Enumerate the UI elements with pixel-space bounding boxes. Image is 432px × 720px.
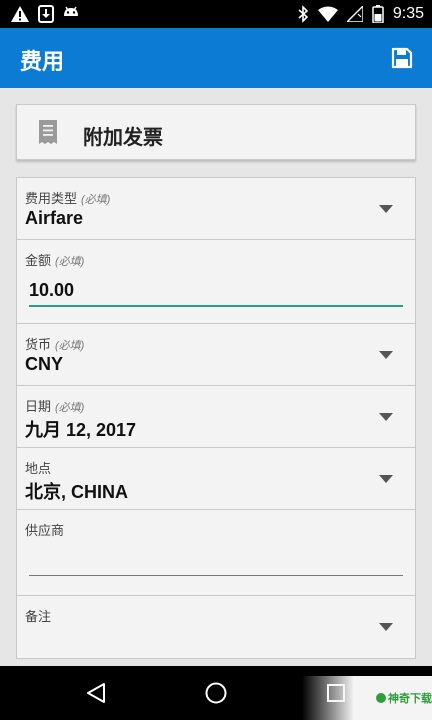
vendor-row: 供应商	[17, 510, 415, 596]
required-marker: (必填)	[81, 194, 111, 206]
attach-receipt-label: 附加发票	[83, 127, 163, 149]
wifi-icon	[317, 6, 338, 22]
save-icon	[391, 47, 413, 69]
required-marker: (必填)	[55, 402, 85, 414]
expense-type-dropdown[interactable]: 费用类型 (必填) Airfare	[17, 178, 415, 240]
location-label: 地点	[25, 461, 52, 476]
attach-receipt-button[interactable]: 附加发票	[16, 104, 416, 160]
home-button[interactable]	[204, 681, 228, 705]
receipt-icon	[39, 120, 57, 144]
back-button[interactable]	[84, 681, 108, 705]
expense-form: 费用类型(必填) Airfare 金额(必填) 货币(必填) CNY 日期(必填…	[16, 177, 416, 659]
watermark-logo-icon	[376, 693, 386, 703]
currency-dropdown[interactable]: 货币 (必填) CNY	[17, 324, 415, 386]
location-value: 北京, CHINA	[25, 482, 128, 502]
signal-icon	[346, 6, 363, 22]
status-bar-system: 9:35	[297, 4, 424, 24]
warning-icon	[11, 6, 29, 22]
chevron-down-icon	[379, 351, 393, 359]
location-dropdown[interactable]: 地点 北京, CHINA	[17, 448, 415, 510]
watermark: 神奇下载	[302, 676, 432, 720]
currency-value: CNY	[25, 354, 64, 374]
notes-dropdown[interactable]: 备注	[17, 596, 415, 658]
app-bar: 费用	[0, 28, 432, 88]
save-button[interactable]	[390, 46, 414, 70]
chevron-down-icon	[379, 475, 393, 483]
required-marker: (必填)	[55, 256, 85, 268]
download-icon	[38, 5, 54, 23]
page-title: 费用	[20, 49, 65, 74]
vendor-label: 供应商	[25, 523, 65, 538]
bluetooth-icon	[298, 5, 309, 23]
status-bar-notifications	[10, 4, 80, 24]
date-value: 九月 12, 2017	[25, 420, 137, 440]
currency-label: 货币 (必填)	[25, 337, 85, 352]
status-bar: 9:35	[0, 0, 432, 28]
chevron-down-icon	[379, 623, 393, 631]
vendor-input[interactable]	[29, 550, 403, 576]
battery-icon	[372, 5, 384, 23]
notes-label: 备注	[25, 609, 52, 624]
status-bar-time: 9:35	[392, 5, 424, 22]
watermark-text: 神奇下载	[388, 693, 432, 705]
chevron-down-icon	[379, 413, 393, 421]
back-icon	[87, 683, 105, 703]
expense-type-label: 费用类型 (必填)	[25, 191, 111, 206]
amount-input[interactable]	[29, 280, 403, 307]
date-dropdown[interactable]: 日期 (必填) 九月 12, 2017	[17, 386, 415, 448]
home-icon	[205, 682, 227, 704]
amount-label: 金额 (必填)	[25, 253, 85, 268]
expense-type-value: Airfare	[25, 208, 84, 228]
android-icon	[64, 6, 78, 16]
expense-form-screen: 附加发票 费用类型(必填) Airfare 金额(必填) 货币(必填) CNY …	[0, 88, 432, 666]
chevron-down-icon	[379, 205, 393, 213]
required-marker: (必填)	[55, 340, 85, 352]
amount-row: 金额 (必填)	[17, 240, 415, 324]
date-label: 日期 (必填)	[25, 399, 85, 414]
